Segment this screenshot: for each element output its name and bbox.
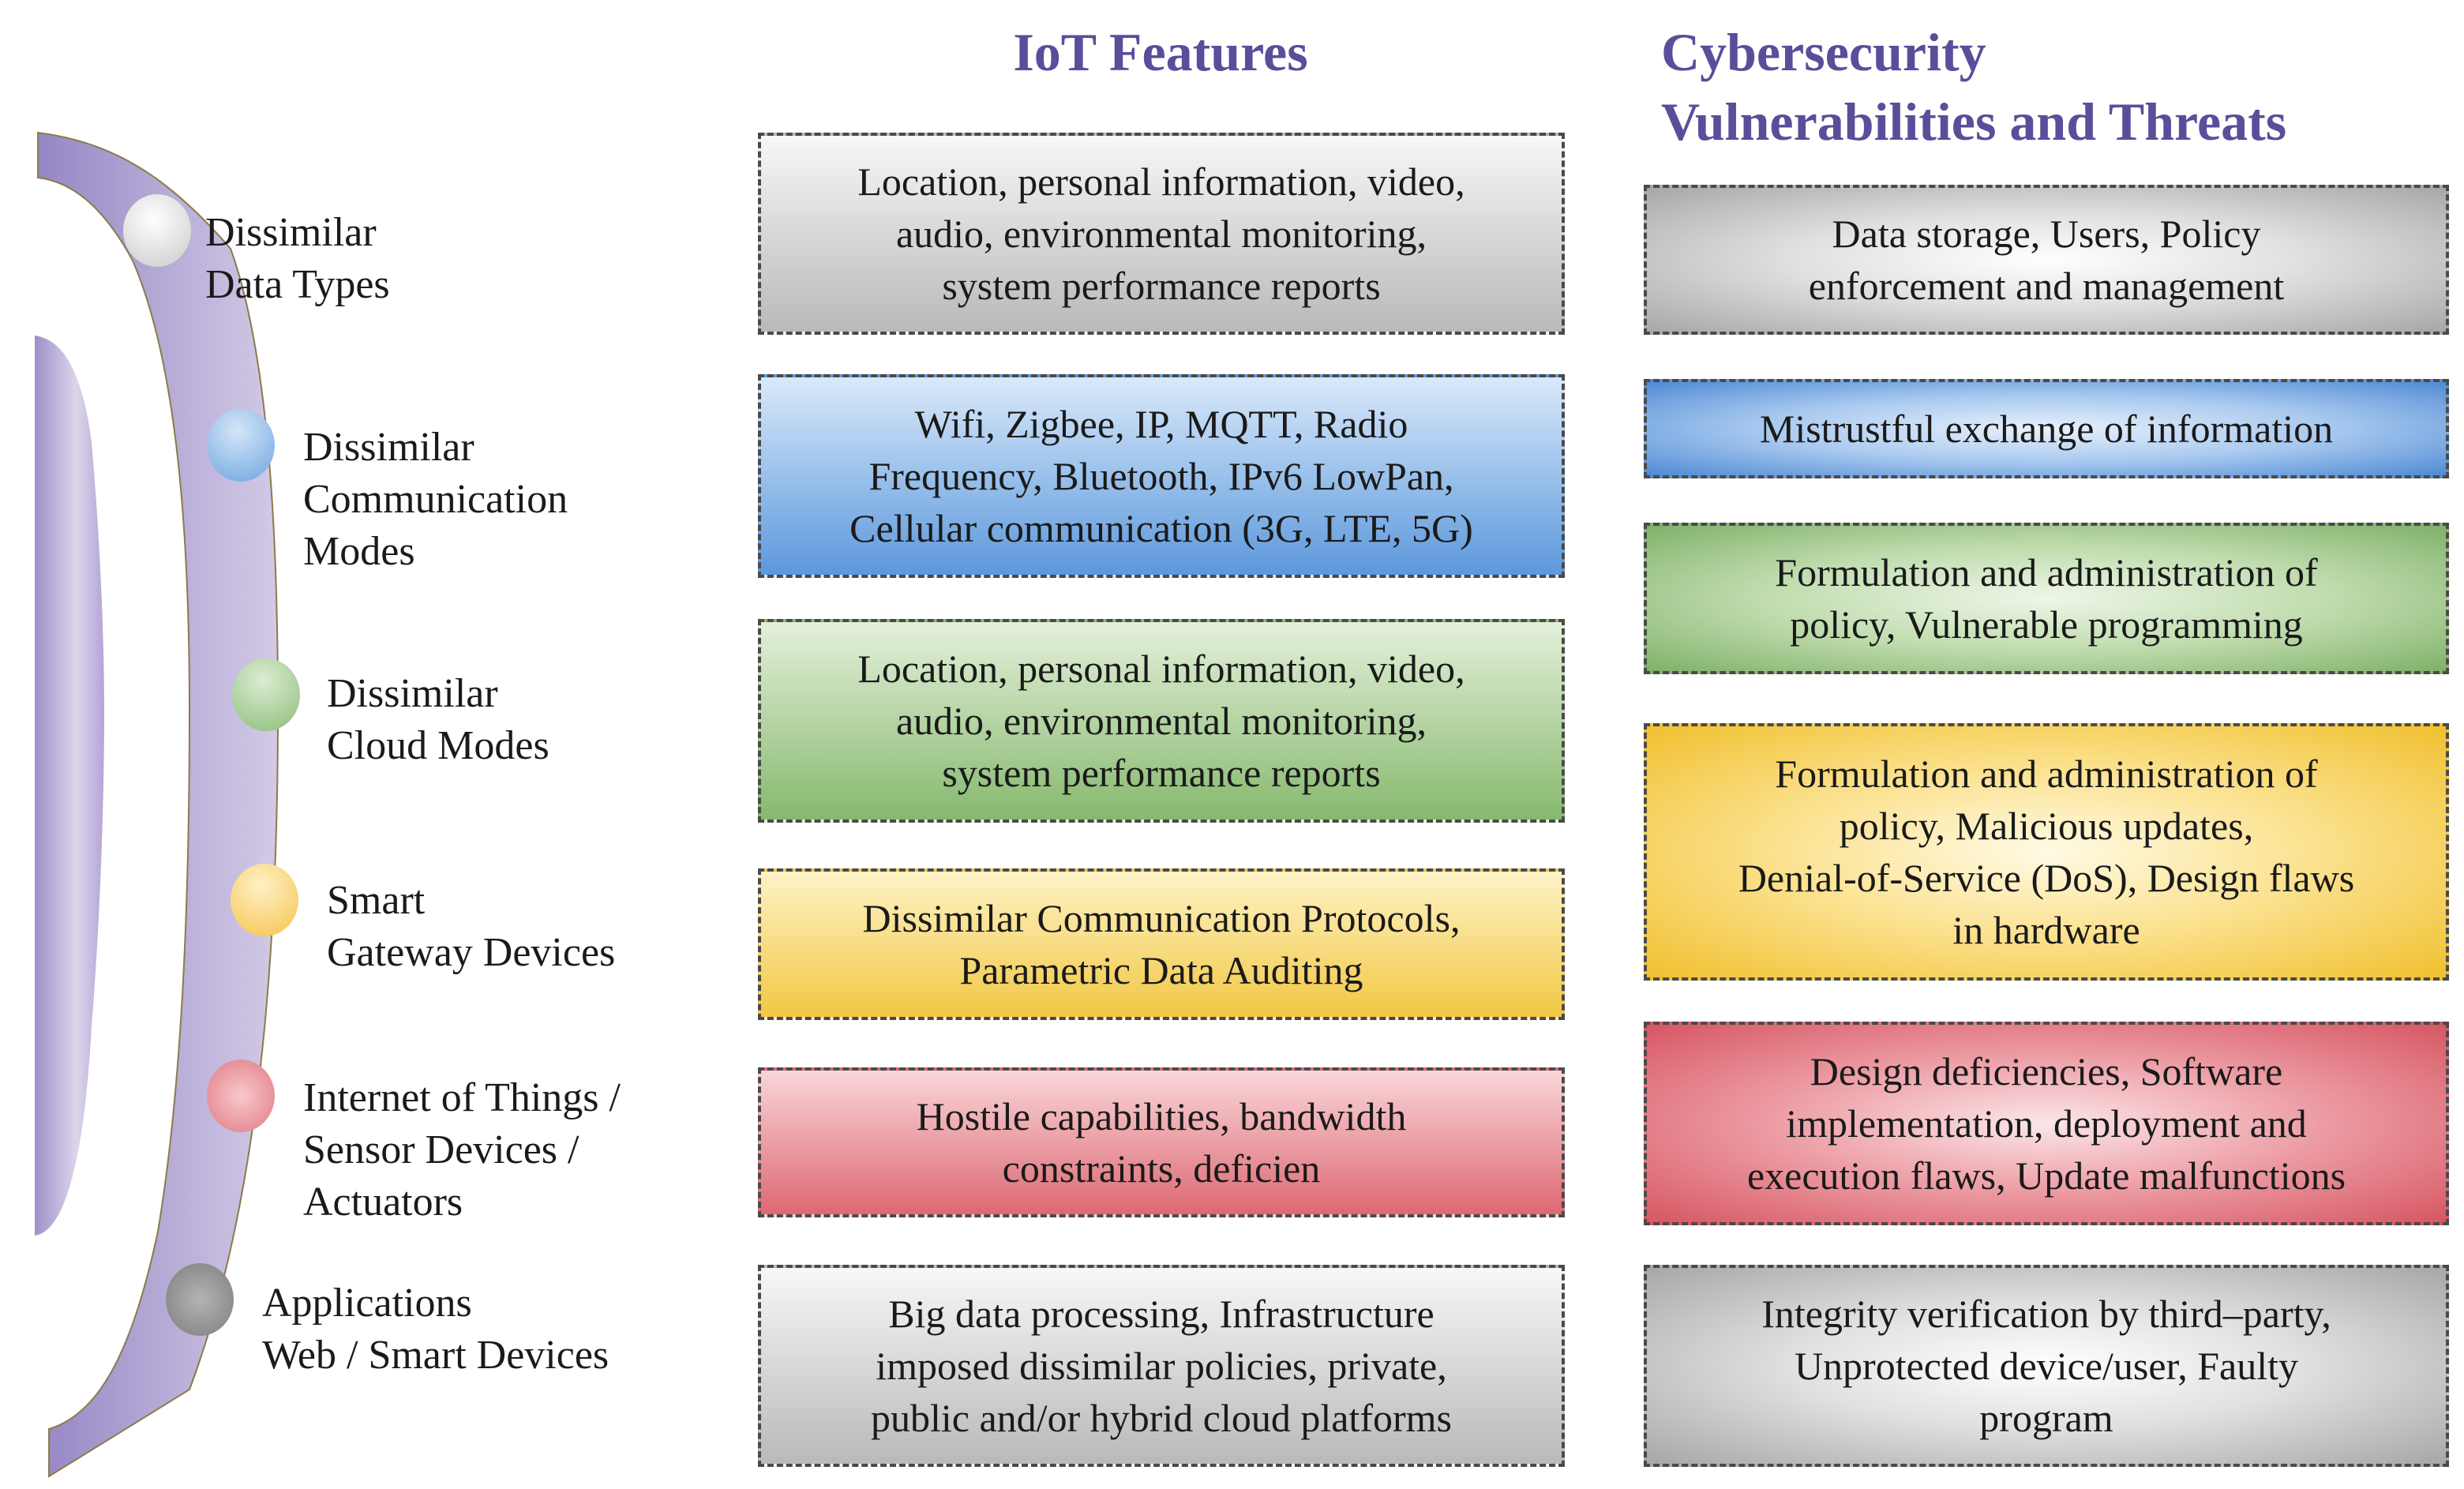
layer-label-applications: Applications Web / Smart Devices bbox=[262, 1281, 609, 1378]
layer-label-cloud-modes: Dissimilar Cloud Modes bbox=[327, 671, 549, 768]
layer-label-iot-sensors: Internet of Things / Sensor Devices / Ac… bbox=[303, 1075, 621, 1225]
layer-label-data-types: Dissimilar Data Types bbox=[205, 210, 390, 307]
threat-box-applications: Integrity verification by third–party, U… bbox=[1644, 1265, 2449, 1467]
iot-feature-box-data-types: Location, personal information, video, a… bbox=[758, 133, 1565, 335]
layer-dot-communication-modes bbox=[207, 409, 275, 482]
iot-feature-box-applications: Big data processing, Infrastructure impo… bbox=[758, 1265, 1565, 1467]
layer-dot-applications bbox=[166, 1263, 234, 1336]
iot-feature-box-sensors: Hostile capabilities, bandwidth constrai… bbox=[758, 1067, 1565, 1217]
threat-box-sensors: Design deficiencies, Software implementa… bbox=[1644, 1022, 2449, 1225]
threat-box-cloud: Formulation and administration of policy… bbox=[1644, 523, 2449, 674]
iot-feature-box-cloud: Location, personal information, video, a… bbox=[758, 619, 1565, 823]
layer-label-communication-modes: Dissimilar Communication Modes bbox=[303, 425, 568, 574]
iot-feature-box-gateway: Dissimilar Communication Protocols, Para… bbox=[758, 868, 1565, 1020]
layer-label-gateway-devices: Smart Gateway Devices bbox=[327, 878, 616, 975]
inner-arc-band bbox=[35, 336, 104, 1236]
layer-dot-gateway-devices bbox=[231, 864, 298, 936]
threat-box-communication: Mistrustful exchange of information bbox=[1644, 379, 2449, 478]
layer-dot-iot-sensors bbox=[207, 1060, 275, 1132]
iot-features-heading: IoT Features bbox=[1013, 22, 1308, 82]
iot-feature-box-communication: Wifi, Zigbee, IP, MQTT, Radio Frequency,… bbox=[758, 374, 1565, 578]
cybersecurity-heading: Cybersecurity Vulnerabilities and Threat… bbox=[1661, 22, 2287, 152]
threat-box-gateway: Formulation and administration of policy… bbox=[1644, 723, 2449, 981]
layer-dot-data-types bbox=[123, 194, 191, 267]
layer-dot-cloud-modes bbox=[232, 658, 300, 731]
threat-box-data-types: Data storage, Users, Policy enforcement … bbox=[1644, 185, 2449, 335]
